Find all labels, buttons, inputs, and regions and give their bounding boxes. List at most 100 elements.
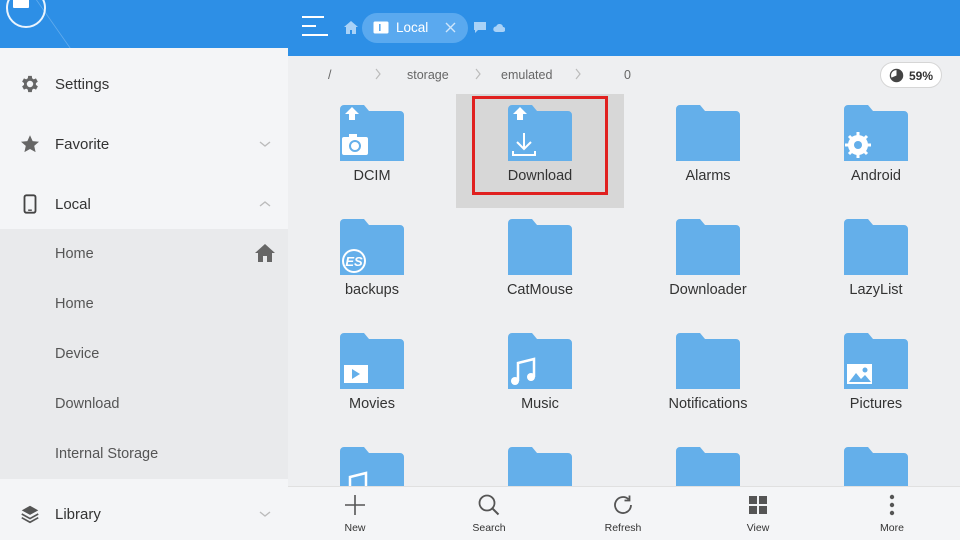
folder-icon: [508, 447, 572, 486]
tablet-icon: [373, 21, 389, 34]
folder-name: Alarms: [685, 168, 731, 184]
folder-icon: [844, 333, 908, 389]
folder-dcim[interactable]: DCIM: [288, 94, 456, 208]
sidebar-item-settings[interactable]: Settings: [0, 54, 288, 114]
folder-music[interactable]: Music: [456, 322, 624, 436]
plus-icon: [345, 495, 365, 515]
chat-icon[interactable]: [474, 22, 486, 33]
folder-icon: ES: [340, 219, 404, 275]
more-vertical-icon: [889, 494, 895, 516]
folder-grid: DCIM Download Alarms Android ES backups CatMou…: [288, 94, 960, 486]
chevron-right-icon: [375, 68, 381, 80]
sidebar-item-local[interactable]: Local: [0, 174, 288, 234]
folder-name: DCIM: [353, 168, 391, 184]
sidebar-subitem-internal-storage[interactable]: Internal Storage: [0, 429, 288, 479]
refresh-icon: [614, 495, 632, 514]
more-label: More: [880, 522, 904, 534]
sidebar-item-label: Local: [55, 195, 91, 213]
breadcrumb-storage[interactable]: storage: [407, 68, 449, 82]
folder-icon: [676, 447, 740, 486]
top-bar: Local: [288, 0, 960, 56]
storage-usage-badge[interactable]: 59%: [880, 62, 942, 88]
folder-icon: [340, 105, 404, 161]
sidebar-item-label: Settings: [55, 75, 110, 93]
new-label: New: [344, 522, 366, 534]
breadcrumb: / storage emulated 0 59%: [288, 56, 960, 94]
more-button[interactable]: More: [852, 487, 932, 540]
new-button[interactable]: New: [315, 487, 395, 540]
folder-backups[interactable]: ES backups: [288, 208, 456, 322]
folder-notifications[interactable]: Notifications: [624, 322, 792, 436]
folder-icon: [340, 333, 404, 389]
home-icon: [255, 244, 275, 262]
tab-label: Local: [396, 20, 429, 35]
home-icon[interactable]: [344, 21, 358, 34]
view-button[interactable]: View: [718, 487, 798, 540]
sidebar-subitem-download[interactable]: Download: [0, 379, 288, 429]
grid-view-icon: [749, 496, 767, 514]
folder-catmouse[interactable]: CatMouse: [456, 208, 624, 322]
avatar-mail-icon: [13, 0, 29, 8]
folder-icon: [676, 333, 740, 389]
close-icon[interactable]: [444, 21, 457, 34]
folder-name: Android: [851, 168, 901, 184]
tab-local[interactable]: Local: [362, 13, 468, 43]
view-label: View: [746, 522, 770, 534]
pie-chart-icon: [889, 68, 904, 83]
sidebar-subitem-label: Home: [55, 246, 94, 262]
breadcrumb-emulated[interactable]: emulated: [501, 68, 552, 82]
cloud-icon[interactable]: [493, 22, 505, 33]
folder-icon: [844, 447, 908, 486]
sidebar-subitem-label: Internal Storage: [55, 446, 159, 462]
folder-row4-2[interactable]: [456, 436, 624, 486]
storage-usage-percent: 59%: [909, 69, 934, 83]
sidebar-item-favorite[interactable]: Favorite: [0, 114, 288, 174]
menu-icon[interactable]: [302, 16, 328, 38]
breadcrumb-root[interactable]: /: [328, 68, 331, 82]
folder-row4-4[interactable]: [792, 436, 960, 486]
sidebar-subitem-label: Download: [55, 396, 120, 412]
folder-name: LazyList: [849, 282, 903, 298]
search-icon: [478, 494, 500, 516]
chevron-down-icon[interactable]: [258, 507, 272, 521]
local-submenu: Home Home Device Download Internal Stora…: [0, 229, 288, 479]
folder-icon: [508, 333, 572, 389]
refresh-button[interactable]: Refresh: [583, 487, 663, 540]
star-icon: [18, 132, 42, 156]
sidebar-header: [0, 0, 288, 48]
sidebar-item-library[interactable]: Library: [0, 484, 288, 540]
folder-row4-3[interactable]: [624, 436, 792, 486]
folder-lazylist[interactable]: LazyList: [792, 208, 960, 322]
folder-icon: [844, 219, 908, 275]
folder-movies[interactable]: Movies: [288, 322, 456, 436]
chevron-up-icon[interactable]: [258, 197, 272, 211]
gear-icon: [18, 72, 42, 96]
folder-name: backups: [344, 282, 399, 298]
folder-icon: [340, 447, 404, 486]
layers-icon: [18, 502, 42, 526]
search-button[interactable]: Search: [449, 487, 529, 540]
folder-pictures[interactable]: Pictures: [792, 322, 960, 436]
folder-name: Pictures: [849, 396, 903, 412]
sidebar-subitem-label: Device: [55, 346, 100, 362]
svg-text:ES: ES: [345, 254, 363, 269]
sidebar-subitem-home-2[interactable]: Home: [0, 279, 288, 329]
folder-row4-1[interactable]: [288, 436, 456, 486]
folder-icon: [508, 219, 572, 275]
folder-android[interactable]: Android: [792, 94, 960, 208]
folder-alarms[interactable]: Alarms: [624, 94, 792, 208]
breadcrumb-0[interactable]: 0: [624, 68, 631, 82]
sidebar: Settings Favorite Local Home Home Device…: [0, 0, 288, 540]
folder-name: Movies: [349, 396, 395, 412]
sidebar-subitem-home[interactable]: Home: [0, 229, 288, 279]
folder-name: CatMouse: [506, 282, 574, 298]
phone-icon: [18, 192, 42, 216]
chevron-right-icon: [575, 68, 581, 80]
folder-icon: [676, 219, 740, 275]
folder-downloader[interactable]: Downloader: [624, 208, 792, 322]
chevron-down-icon[interactable]: [258, 137, 272, 151]
folder-icon: [844, 105, 908, 161]
sidebar-subitem-device[interactable]: Device: [0, 329, 288, 379]
sidebar-item-label: Library: [55, 505, 101, 523]
search-label: Search: [472, 522, 506, 534]
